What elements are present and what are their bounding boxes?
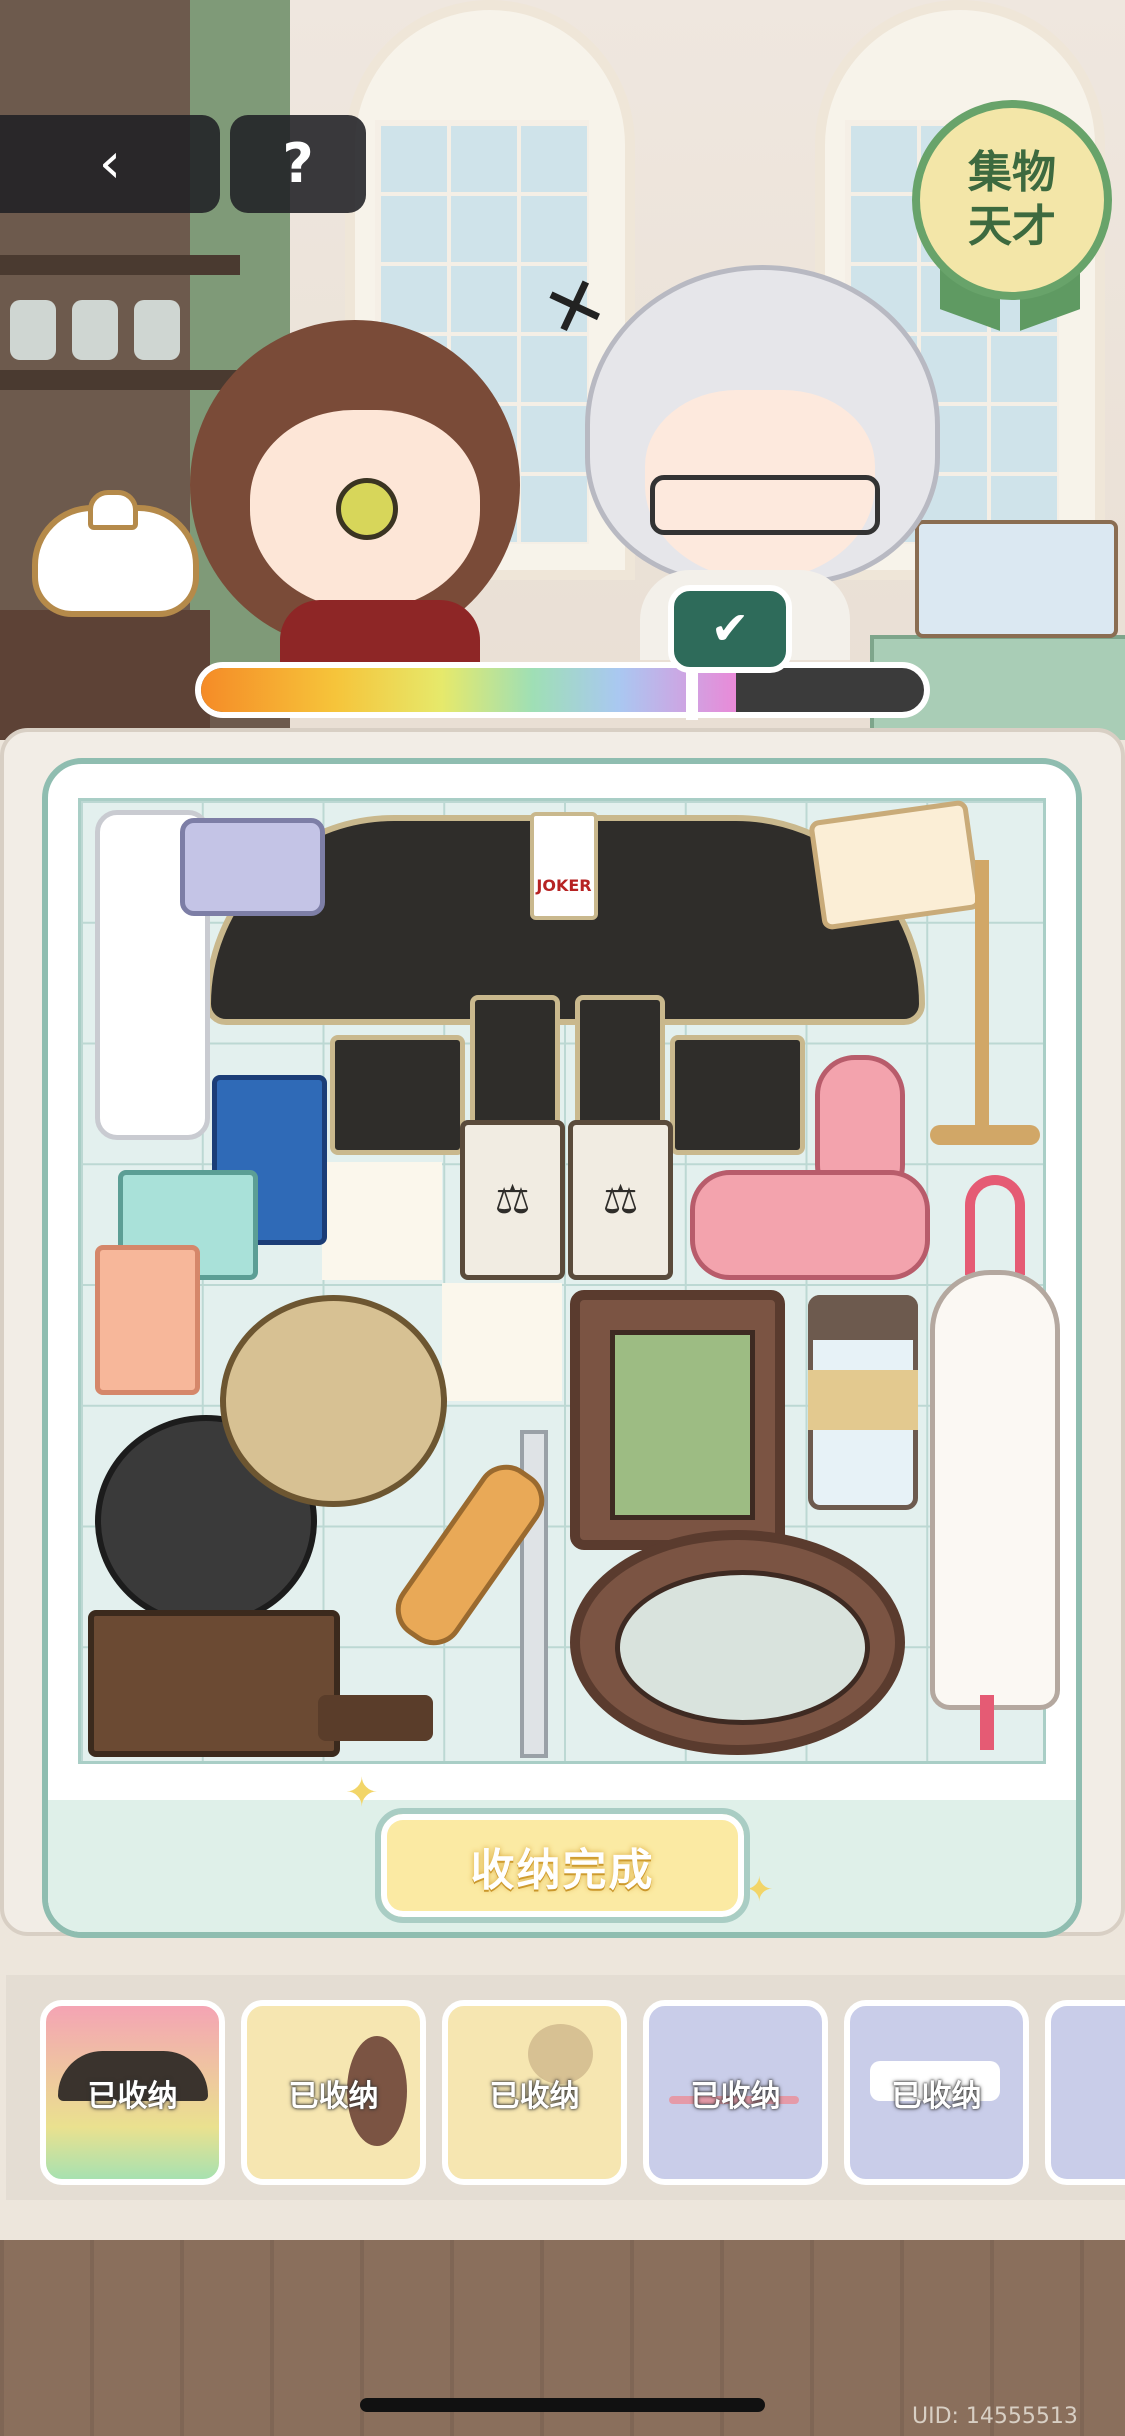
gramophone-crank — [318, 1695, 433, 1741]
complete-button-label: 收纳完成 — [470, 1844, 655, 1896]
home-indicator[interactable] — [360, 2398, 765, 2412]
pink-hairdryer-item[interactable] — [690, 1170, 930, 1280]
card-stack[interactable] — [330, 1035, 465, 1155]
badge-title: 集物天才 — [968, 147, 1056, 252]
jar — [72, 300, 118, 360]
scale-icon: ⚖ — [494, 1177, 531, 1223]
gramophone-horn[interactable] — [220, 1295, 447, 1507]
man-character-glasses — [650, 475, 880, 535]
umbrella-item[interactable] — [930, 1270, 1060, 1710]
umbrella-tip — [980, 1695, 994, 1750]
inventory-slot[interactable]: 已收纳 — [241, 2000, 426, 2185]
mirror-glass — [615, 1570, 870, 1725]
inventory-slot[interactable]: 已收纳 — [844, 2000, 1029, 2185]
help-button[interactable]: ? — [230, 115, 366, 213]
stored-label: 已收纳 — [891, 2078, 982, 2114]
scale-card[interactable]: ⚖ — [568, 1120, 673, 1280]
jar — [10, 300, 56, 360]
inventory-slot[interactable]: 已收纳 — [40, 2000, 225, 2185]
side-table — [0, 610, 210, 740]
gramophone-item[interactable] — [88, 1610, 340, 1757]
card-stack[interactable] — [470, 995, 560, 1130]
uid-text: UID: 14555513 — [912, 2404, 1078, 2429]
jar — [134, 300, 180, 360]
mirror-glass — [610, 1330, 755, 1520]
stored-label: 已收纳 — [489, 2078, 580, 2114]
achievement-badge[interactable]: 集物天才 — [912, 100, 1112, 300]
empty-grid-cell[interactable] — [322, 1162, 442, 1280]
shelf-board — [0, 255, 240, 275]
complete-storage-button[interactable]: 收纳完成 — [375, 1808, 750, 1923]
inventory-slot-partial[interactable] — [1045, 2000, 1125, 2185]
lamp-pole — [975, 860, 989, 1130]
scale-icon: ⚖ — [602, 1177, 639, 1223]
gift-box — [915, 520, 1118, 638]
cup-lid — [808, 1295, 918, 1340]
stored-label: 已收纳 — [288, 2078, 379, 2114]
lamp-shade[interactable] — [808, 799, 982, 931]
lamp-base — [930, 1125, 1040, 1145]
check-icon: ✔ — [668, 585, 792, 673]
stored-label: 已收纳 — [87, 2078, 178, 2114]
help-icon: ? — [282, 132, 314, 195]
cup-sleeve — [808, 1370, 918, 1430]
purple-case-item[interactable] — [180, 818, 325, 916]
card-stack[interactable] — [575, 995, 665, 1130]
scale-card[interactable]: ⚖ — [460, 1120, 565, 1280]
joker-card: JOKER — [530, 812, 598, 920]
shelf-board — [0, 370, 240, 390]
card-stack[interactable] — [670, 1035, 805, 1155]
progress-fill — [201, 668, 737, 712]
sparkle-icon: ✦ — [345, 1770, 379, 1816]
chevron-left-icon: ‹ — [98, 131, 122, 196]
inventory-slot[interactable]: 已收纳 — [442, 2000, 627, 2185]
back-button[interactable]: ‹ — [0, 115, 220, 213]
peach-notebook-item[interactable] — [95, 1245, 200, 1395]
scene-background: ✕ — [0, 0, 1125, 740]
girl-character-eye — [336, 478, 398, 540]
inventory-slot[interactable]: 已收纳 — [643, 2000, 828, 2185]
stored-label: 已收纳 — [690, 2078, 781, 2114]
teapot-lid — [88, 490, 138, 530]
umbrella-handle — [965, 1175, 1025, 1275]
empty-grid-cell[interactable] — [442, 1283, 562, 1401]
progress-bar — [195, 662, 930, 718]
